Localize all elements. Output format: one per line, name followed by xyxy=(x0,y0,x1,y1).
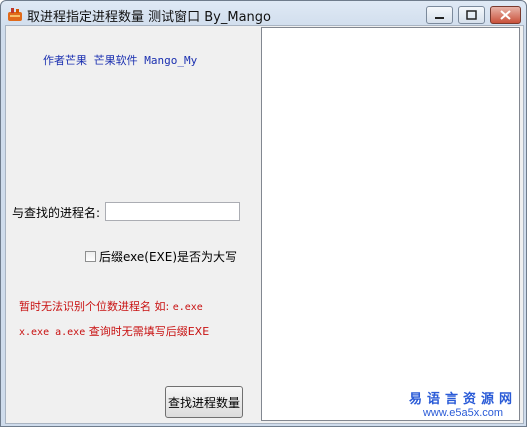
process-name-label: 与查找的进程名: xyxy=(12,206,101,220)
warning-line-2-examples: x.exe a.exe xyxy=(19,327,86,338)
result-panel[interactable] xyxy=(261,27,520,421)
warning-line-2-text: 查询时无需填写后缀EXE xyxy=(88,325,210,338)
watermark-url: www.e5a5x.com xyxy=(422,407,504,419)
window-title: 取进程指定进程数量 测试窗口 By_Mango xyxy=(27,10,272,25)
close-button[interactable] xyxy=(490,6,521,24)
app-icon xyxy=(7,6,23,22)
watermark: 易语言资源网 www.e5a5x.com xyxy=(409,388,517,419)
watermark-name: 易语言资源网 xyxy=(408,392,517,407)
client-area: 作者芒果 芒果软件 Mango_My 与查找的进程名: 后缀exe(EXE)是否… xyxy=(5,25,524,424)
maximize-button[interactable] xyxy=(458,6,485,24)
minimize-button[interactable] xyxy=(426,6,453,24)
author-label: 作者芒果 芒果软件 Mango_My xyxy=(43,54,198,67)
uppercase-exe-checkbox[interactable] xyxy=(85,251,96,262)
app-window: 取进程指定进程数量 测试窗口 By_Mango 作者芒果 芒果软件 Mango_… xyxy=(0,0,527,427)
uppercase-exe-checkbox-row[interactable]: 后缀exe(EXE)是否为大写 xyxy=(85,246,237,265)
process-name-input[interactable] xyxy=(105,202,240,221)
uppercase-exe-label[interactable]: 后缀exe(EXE)是否为大写 xyxy=(99,250,237,264)
warning-line-1: 暂时无法识别个位数进程名 如: e.exe xyxy=(19,298,203,314)
warning-line-1-text: 暂时无法识别个位数进程名 如: xyxy=(19,300,170,313)
warning-line-2: x.exe a.exe 查询时无需填写后缀EXE xyxy=(19,323,209,339)
warning-line-1-example: e.exe xyxy=(172,302,203,313)
find-process-count-button[interactable]: 查找进程数量 xyxy=(165,386,243,418)
